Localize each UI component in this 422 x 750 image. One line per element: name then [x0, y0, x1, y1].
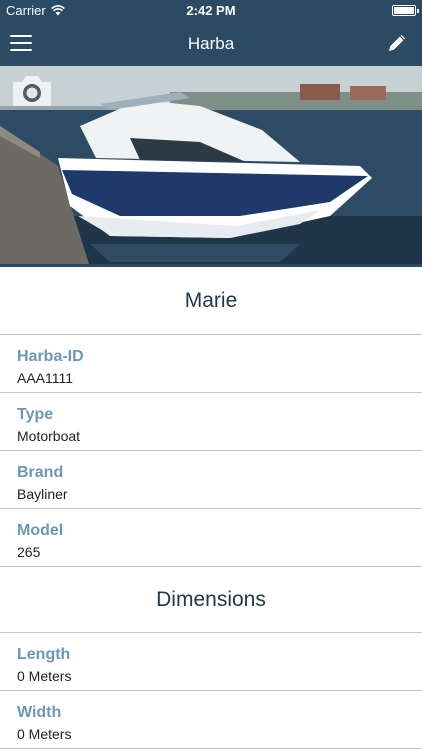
camera-icon[interactable]: [10, 72, 54, 110]
detail-row-harba-id: Harba-ID AAA1111: [0, 335, 422, 393]
detail-label: Type: [17, 406, 54, 423]
status-bar: Carrier 2:42 PM: [0, 0, 422, 22]
detail-row-brand: Brand Bayliner: [0, 451, 422, 509]
boat-photo-image: [0, 66, 422, 267]
detail-value: Bayliner: [17, 486, 68, 502]
edit-pencil-icon[interactable]: [386, 32, 408, 54]
status-time: 2:42 PM: [186, 3, 236, 18]
detail-row-model: Model 265: [0, 509, 422, 567]
detail-label: Width: [17, 704, 62, 721]
detail-row-width: Width 0 Meters: [0, 691, 422, 749]
nav-title: Harba: [187, 34, 235, 53]
detail-label: Brand: [17, 464, 64, 481]
detail-label: Model: [17, 522, 64, 539]
detail-label: Harba-ID: [17, 348, 84, 365]
detail-value: 265: [17, 544, 41, 560]
detail-value: AAA1111: [17, 370, 74, 386]
detail-row-length: Length 0 Meters: [0, 633, 422, 691]
battery-icon: [392, 5, 419, 16]
detail-row-type: Type Motorboat: [0, 393, 422, 451]
boat-photo: [0, 66, 422, 267]
boat-name: Marie: [0, 267, 422, 335]
detail-value: 0 Meters: [17, 726, 72, 742]
detail-value: 0 Meters: [17, 668, 72, 684]
detail-value: Motorboat: [17, 428, 81, 444]
section-title-dimensions: Dimensions: [0, 567, 422, 633]
navigation-bar: Harba: [0, 22, 422, 66]
detail-label: Length: [17, 646, 71, 663]
